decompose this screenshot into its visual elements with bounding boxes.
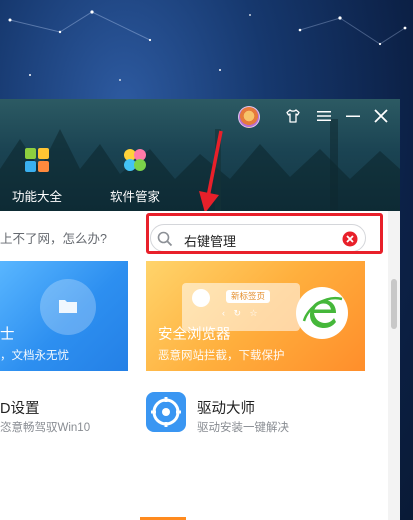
minimize-icon[interactable] (341, 104, 365, 128)
nav-item-software-manager[interactable]: 软件管家 (100, 147, 170, 207)
card-data-protection[interactable]: 士 ，文档永无忧 (0, 261, 128, 371)
shirt-skin-icon[interactable] (281, 104, 305, 128)
close-icon[interactable] (369, 104, 393, 128)
tool-subtitle-driver-master: 驱动安装一键解决 (197, 422, 289, 434)
tool-title-driver-master[interactable]: 驱动大师 (197, 397, 255, 418)
annotation-arrow (199, 130, 223, 211)
annotation-highlight-box (146, 213, 383, 254)
card-title: 安全浏览器 (158, 327, 231, 343)
window-header: 功能大全 软件管家 (0, 99, 400, 211)
software-manager-icon (124, 149, 146, 171)
nav-label-software-manager: 软件管家 (109, 190, 160, 204)
card-safe-browser[interactable]: 新标签页 ‹ ↻ ☆ 安全浏览器 恶意网站拦截，下载保护 (146, 261, 365, 371)
network-tip-link[interactable]: 上不了网，怎么办? (0, 228, 107, 247)
card-title: 士 (0, 327, 15, 343)
tool-subtitle-win10-settings: 恣意畅驾驭Win10 (0, 422, 91, 434)
tool-title-win10-settings[interactable]: D设置 (0, 397, 39, 418)
scroll-thumb[interactable] (391, 279, 397, 329)
card-subtitle: 恶意网站拦截，下载保护 (158, 350, 285, 362)
browser-logo-icon (296, 287, 348, 339)
card-subtitle: ，文档永无忧 (0, 350, 69, 362)
nav-item-features[interactable]: 功能大全 (2, 147, 72, 207)
scrollbar[interactable] (388, 211, 400, 520)
star-constellation-decoration (8, 10, 407, 81)
user-icon (192, 289, 210, 307)
user-avatar[interactable] (238, 106, 260, 128)
app-grid-icon (25, 148, 49, 172)
app-window: 功能大全 软件管家 上不了网，怎么办? 右键管理 士 ，文档永无忧 新标签页 ‹… (0, 99, 400, 520)
mock-browser-tab: 新标签页 (226, 290, 271, 303)
nav-label-features: 功能大全 (11, 190, 62, 204)
folder-icon (59, 300, 77, 313)
menu-icon[interactable] (312, 104, 336, 128)
mock-browser-nav: ‹ ↻ ☆ (222, 308, 261, 318)
driver-master-icon[interactable] (146, 392, 186, 432)
